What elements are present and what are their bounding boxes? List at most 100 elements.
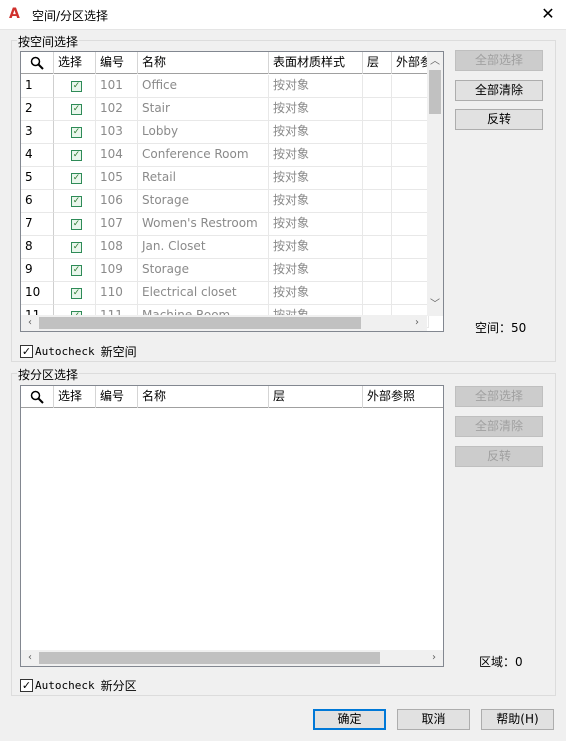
- ok-button[interactable]: 确定: [313, 709, 386, 730]
- autocheck-spaces-suffix: 新空间: [100, 345, 137, 359]
- table-row[interactable]: 6 ✓ 106 Storage 按对象: [21, 190, 429, 213]
- row-select-cell[interactable]: ✓: [54, 213, 96, 236]
- check-icon[interactable]: ✓: [71, 126, 82, 138]
- row-number: 102: [96, 98, 138, 121]
- zone-column-select[interactable]: 选择: [54, 386, 96, 408]
- autocad-app-icon: A: [9, 6, 20, 22]
- autocheck-spaces-label: Autocheck: [35, 345, 95, 358]
- row-layer: [363, 190, 392, 213]
- scroll-down-icon[interactable]: ﹀: [428, 298, 442, 312]
- cancel-button[interactable]: 取消: [397, 709, 470, 730]
- zones-invert-button[interactable]: 反转: [455, 446, 543, 467]
- row-select-cell[interactable]: ✓: [54, 75, 96, 98]
- check-icon[interactable]: ✓: [71, 149, 82, 161]
- table-row[interactable]: 4 ✓ 104 Conference Room 按对象: [21, 144, 429, 167]
- row-index: 8: [21, 236, 54, 259]
- row-name: Conference Room: [138, 144, 269, 167]
- table-row[interactable]: 10 ✓ 110 Electrical closet 按对象: [21, 282, 429, 305]
- zones-horizontal-thumb[interactable]: [39, 652, 380, 664]
- row-layer: [363, 75, 392, 98]
- zones-horizontal-scrollbar[interactable]: ‹ ›: [21, 650, 443, 666]
- zones-count: 区域：0: [479, 655, 523, 669]
- row-select-cell[interactable]: ✓: [54, 167, 96, 190]
- spaces-autocheck[interactable]: ✓ Autocheck 新空间: [20, 343, 137, 360]
- autocheck-spaces-checkbox[interactable]: ✓: [20, 345, 33, 358]
- zone-column-number[interactable]: 编号: [96, 386, 138, 408]
- row-select-cell[interactable]: ✓: [54, 144, 96, 167]
- spaces-vertical-thumb[interactable]: [429, 70, 441, 114]
- check-icon[interactable]: ✓: [71, 103, 82, 115]
- zones-clear-all-button[interactable]: 全部清除: [455, 416, 543, 437]
- row-surface-style: 按对象: [269, 190, 363, 213]
- check-icon[interactable]: ✓: [71, 264, 82, 276]
- zones-table: 选择 编号 名称 层 外部参照 ‹ ›: [20, 385, 444, 667]
- spaces-horizontal-scrollbar[interactable]: ‹ ›: [21, 315, 427, 331]
- table-row[interactable]: 1 ✓ 101 Office 按对象: [21, 75, 429, 98]
- table-row[interactable]: 8 ✓ 108 Jan. Closet 按对象: [21, 236, 429, 259]
- autocheck-zones-checkbox[interactable]: ✓: [20, 679, 33, 692]
- spaces-count: 空间：50: [475, 321, 527, 335]
- spaces-select-all-button[interactable]: 全部选择: [455, 50, 543, 71]
- check-icon[interactable]: ✓: [71, 241, 82, 253]
- row-select-cell[interactable]: ✓: [54, 282, 96, 305]
- table-row[interactable]: 5 ✓ 105 Retail 按对象: [21, 167, 429, 190]
- row-select-cell[interactable]: ✓: [54, 98, 96, 121]
- table-row[interactable]: 3 ✓ 103 Lobby 按对象: [21, 121, 429, 144]
- row-xref: [392, 236, 429, 259]
- scroll-right-icon[interactable]: ›: [410, 316, 424, 330]
- spaces-horizontal-thumb[interactable]: [39, 317, 361, 329]
- row-index: 3: [21, 121, 54, 144]
- row-name: Office: [138, 75, 269, 98]
- column-name[interactable]: 名称: [138, 52, 269, 74]
- row-select-cell[interactable]: ✓: [54, 236, 96, 259]
- check-icon[interactable]: ✓: [71, 172, 82, 184]
- row-xref: [392, 75, 429, 98]
- row-number: 105: [96, 167, 138, 190]
- scroll-up-icon[interactable]: ︿: [428, 55, 442, 69]
- row-surface-style: 按对象: [269, 167, 363, 190]
- row-xref: [392, 144, 429, 167]
- row-number: 110: [96, 282, 138, 305]
- scroll-left-icon[interactable]: ‹: [23, 651, 37, 665]
- check-icon[interactable]: ✓: [71, 80, 82, 92]
- zone-column-layer[interactable]: 层: [269, 386, 363, 408]
- column-select[interactable]: 选择: [54, 52, 96, 74]
- row-index: 1: [21, 75, 54, 98]
- row-xref: [392, 98, 429, 121]
- scroll-left-icon[interactable]: ‹: [23, 316, 37, 330]
- spaces-clear-all-button[interactable]: 全部清除: [455, 80, 543, 101]
- check-icon[interactable]: ✓: [71, 218, 82, 230]
- window-title: 空间/分区选择: [32, 9, 109, 23]
- zone-column-xref[interactable]: 外部参照: [363, 386, 443, 408]
- row-select-cell[interactable]: ✓: [54, 190, 96, 213]
- zones-autocheck[interactable]: ✓ Autocheck 新分区: [20, 677, 137, 694]
- column-xref[interactable]: 外部参: [392, 52, 429, 74]
- row-number: 104: [96, 144, 138, 167]
- row-select-cell[interactable]: ✓: [54, 121, 96, 144]
- row-name: Storage: [138, 259, 269, 282]
- help-button[interactable]: 帮助(H): [481, 709, 554, 730]
- table-row[interactable]: 9 ✓ 109 Storage 按对象: [21, 259, 429, 282]
- column-search[interactable]: [21, 52, 54, 74]
- scroll-right-icon[interactable]: ›: [427, 651, 441, 665]
- table-row[interactable]: 7 ✓ 107 Women's Restroom 按对象: [21, 213, 429, 236]
- row-surface-style: 按对象: [269, 259, 363, 282]
- search-icon: [30, 390, 44, 404]
- row-number: 101: [96, 75, 138, 98]
- table-row[interactable]: 2 ✓ 102 Stair 按对象: [21, 98, 429, 121]
- row-surface-style: 按对象: [269, 144, 363, 167]
- row-index: 9: [21, 259, 54, 282]
- row-select-cell[interactable]: ✓: [54, 259, 96, 282]
- zone-column-search[interactable]: [21, 386, 54, 408]
- column-layer[interactable]: 层: [363, 52, 392, 74]
- column-surface-style[interactable]: 表面材质样式: [269, 52, 363, 74]
- zones-select-all-button[interactable]: 全部选择: [455, 386, 543, 407]
- zone-column-name[interactable]: 名称: [138, 386, 269, 408]
- zones-group-label: 按分区选择: [17, 366, 80, 383]
- check-icon[interactable]: ✓: [71, 287, 82, 299]
- spaces-invert-button[interactable]: 反转: [455, 109, 543, 130]
- close-icon[interactable]: ✕: [539, 5, 557, 23]
- column-number[interactable]: 编号: [96, 52, 138, 74]
- spaces-vertical-scrollbar[interactable]: ︿ ﹀: [427, 52, 443, 316]
- check-icon[interactable]: ✓: [71, 195, 82, 207]
